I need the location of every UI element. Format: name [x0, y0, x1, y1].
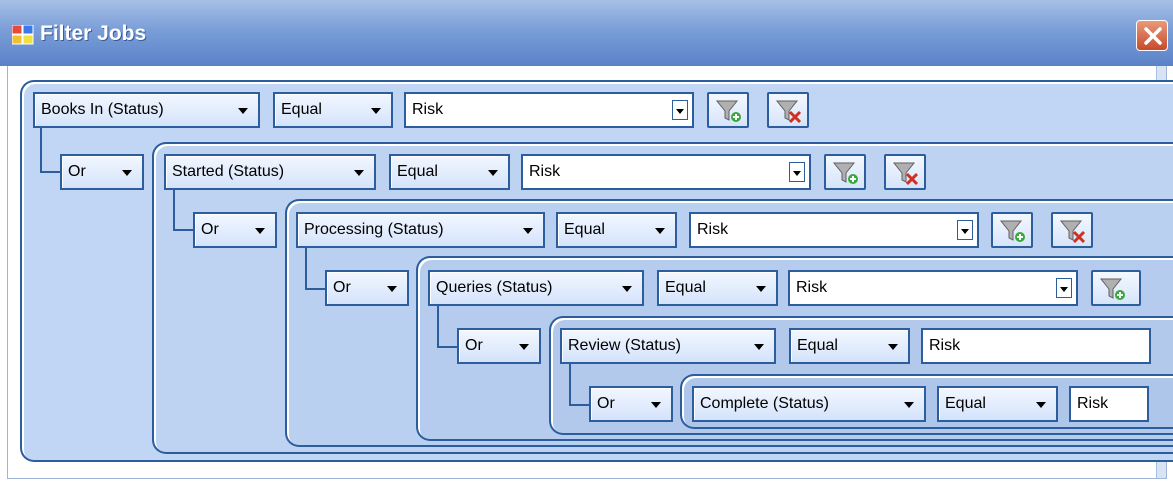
field-label: Started (Status) — [172, 163, 285, 180]
chevron-down-icon — [1060, 287, 1068, 292]
connector-line — [437, 306, 457, 348]
logic-dropdown[interactable]: Or — [589, 386, 673, 422]
operator-label: Equal — [797, 337, 838, 354]
logic-dropdown[interactable]: Or — [325, 270, 409, 306]
close-icon — [1144, 27, 1162, 45]
field-label: Processing (Status) — [304, 221, 444, 238]
chevron-down-icon — [676, 109, 684, 114]
window-title: Filter Jobs — [40, 22, 147, 45]
value-combobox[interactable]: Risk — [921, 328, 1151, 364]
chevron-down-icon — [1036, 402, 1046, 408]
chevron-down-icon — [888, 344, 898, 350]
operator-dropdown[interactable]: Equal — [556, 212, 677, 248]
value-combobox[interactable]: Risk — [689, 212, 979, 248]
title-bar: Filter Jobs — [0, 0, 1173, 66]
logic-label: Or — [201, 221, 219, 238]
operator-dropdown[interactable]: Equal — [657, 270, 778, 306]
remove-filter-button[interactable] — [767, 92, 809, 128]
add-filter-button[interactable] — [707, 92, 749, 128]
chevron-down-icon — [622, 286, 632, 292]
operator-dropdown[interactable]: Equal — [937, 386, 1058, 422]
chevron-down-icon — [387, 286, 397, 292]
connector-line — [305, 248, 325, 290]
chevron-down-icon — [255, 228, 265, 234]
field-dropdown[interactable]: Complete (Status) — [692, 386, 926, 422]
chevron-down-icon — [523, 228, 533, 234]
chevron-down-icon — [655, 228, 665, 234]
close-button[interactable] — [1136, 20, 1168, 51]
value-text: Risk — [697, 221, 729, 238]
add-filter-button[interactable] — [991, 212, 1033, 248]
filter-remove-icon — [892, 162, 919, 186]
filter-add-icon — [1099, 278, 1125, 300]
chevron-down-icon — [793, 171, 801, 176]
value-text: Risk — [929, 337, 961, 354]
operator-dropdown[interactable]: Equal — [273, 92, 393, 128]
value-combobox[interactable]: Risk — [1069, 386, 1149, 422]
operator-label: Equal — [945, 395, 986, 412]
value-dropdown-button[interactable] — [789, 162, 805, 182]
logic-label: Or — [68, 163, 86, 180]
value-combobox[interactable]: Risk — [521, 154, 811, 190]
filter-remove-icon — [1059, 220, 1086, 244]
logic-label: Or — [333, 279, 351, 296]
app-icon — [12, 25, 34, 45]
field-label: Complete (Status) — [700, 395, 829, 412]
value-text: Risk — [1077, 395, 1109, 412]
connector-line — [40, 128, 60, 173]
value-dropdown-button[interactable] — [957, 220, 973, 240]
remove-filter-button[interactable] — [1051, 212, 1093, 248]
logic-dropdown[interactable]: Or — [60, 154, 144, 190]
value-combobox[interactable]: Risk — [404, 92, 694, 128]
chevron-down-icon — [122, 170, 132, 176]
operator-label: Equal — [665, 279, 706, 296]
chevron-down-icon — [519, 344, 529, 350]
value-combobox[interactable]: Risk — [788, 270, 1078, 306]
logic-label: Or — [597, 395, 615, 412]
add-filter-button[interactable] — [824, 154, 866, 190]
filter-add-icon — [999, 220, 1025, 242]
operator-dropdown[interactable]: Equal — [389, 154, 510, 190]
operator-label: Equal — [397, 163, 438, 180]
field-label: Books In (Status) — [41, 101, 164, 118]
field-dropdown[interactable]: Review (Status) — [560, 328, 776, 364]
operator-label: Equal — [281, 101, 322, 118]
value-text: Risk — [796, 279, 828, 296]
logic-label: Or — [465, 337, 483, 354]
value-dropdown-button[interactable] — [672, 100, 688, 120]
chevron-down-icon — [754, 344, 764, 350]
chevron-down-icon — [651, 402, 661, 408]
logic-dropdown[interactable]: Or — [193, 212, 277, 248]
connector-line — [173, 190, 193, 231]
chevron-down-icon — [238, 108, 248, 114]
operator-dropdown[interactable]: Equal — [789, 328, 910, 364]
chevron-down-icon — [756, 286, 766, 292]
chevron-down-icon — [488, 170, 498, 176]
filter-add-icon — [832, 162, 858, 184]
remove-filter-button[interactable] — [884, 154, 926, 190]
operator-label: Equal — [564, 221, 605, 238]
field-dropdown[interactable]: Books In (Status) — [33, 92, 260, 128]
chevron-down-icon — [371, 108, 381, 114]
add-filter-button[interactable] — [1091, 270, 1141, 306]
value-text: Risk — [412, 101, 444, 118]
field-dropdown[interactable]: Started (Status) — [164, 154, 376, 190]
chevron-down-icon — [354, 170, 364, 176]
value-dropdown-button[interactable] — [1056, 278, 1072, 298]
filter-add-icon — [715, 100, 741, 122]
connector-line — [569, 364, 589, 406]
chevron-down-icon — [961, 229, 969, 234]
value-text: Risk — [529, 163, 561, 180]
field-dropdown[interactable]: Queries (Status) — [428, 270, 644, 306]
chevron-down-icon — [904, 402, 914, 408]
field-label: Queries (Status) — [436, 279, 553, 296]
field-dropdown[interactable]: Processing (Status) — [296, 212, 545, 248]
logic-dropdown[interactable]: Or — [457, 328, 541, 364]
filter-remove-icon — [775, 100, 802, 124]
field-label: Review (Status) — [568, 337, 681, 354]
